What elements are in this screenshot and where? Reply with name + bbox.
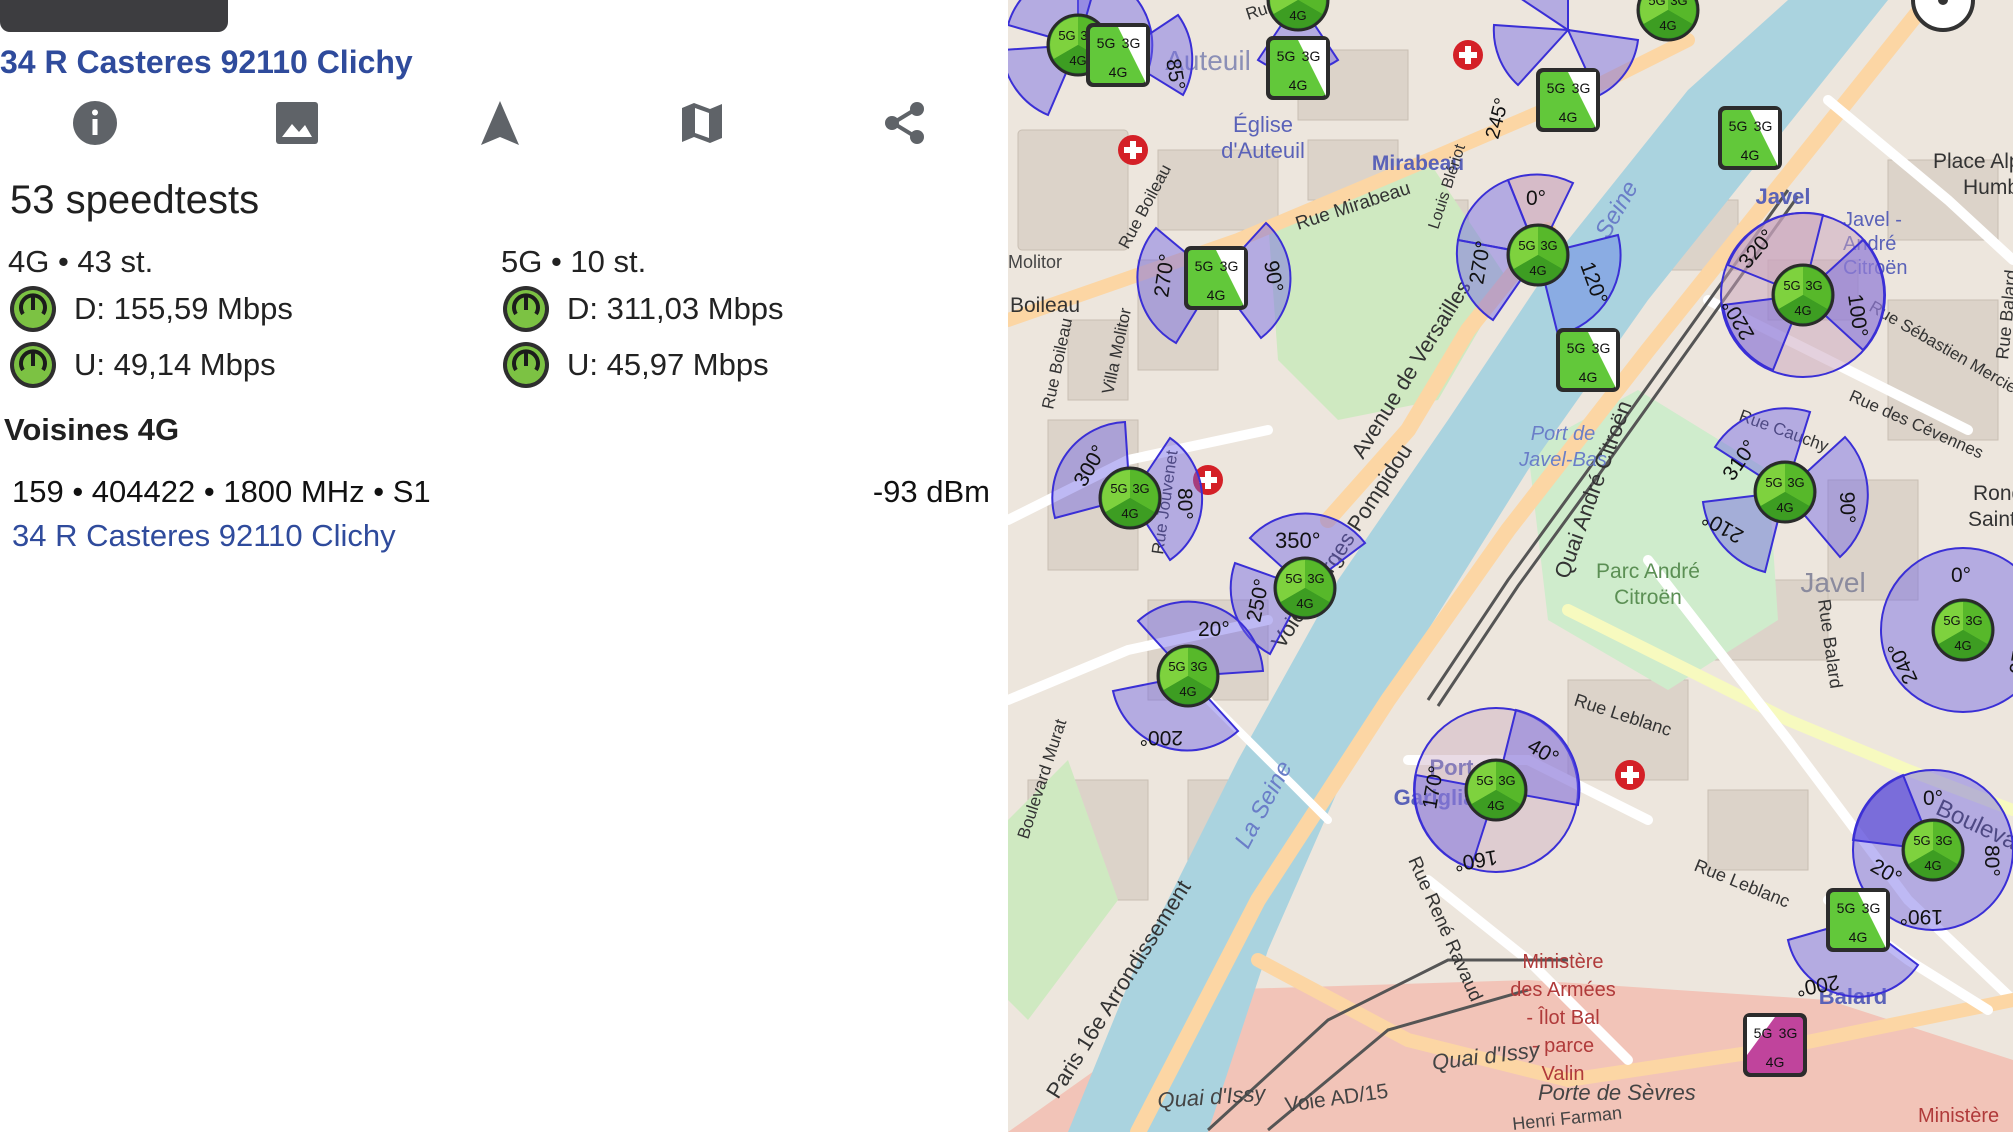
svg-text:Saint-: Saint- <box>1968 508 2013 531</box>
svg-text:Rond: Rond <box>1973 482 2013 505</box>
svg-text:Ministère: Ministère <box>1918 1105 1999 1127</box>
speedtest-count: 53 speedtests <box>10 178 260 222</box>
svg-text:Javel -: Javel - <box>1843 209 1902 231</box>
svg-text:Porte de Sèvres: Porte de Sèvres <box>1538 1080 1696 1105</box>
svg-text:Humbe: Humbe <box>1963 176 2013 199</box>
cell-tower[interactable] <box>1718 106 1782 170</box>
tech-5g-download: D: 311,03 Mbps <box>501 284 784 334</box>
speed-gauge-icon <box>503 286 549 332</box>
neighbors-section-title: Voisines 4G <box>4 412 180 447</box>
map-view[interactable]: 5G 3G 4G 5G 3G 4G 5G 3G 4G <box>1008 0 2013 1132</box>
download-speed: D: 311,03 Mbps <box>567 291 784 326</box>
cell-tower[interactable] <box>1556 328 1620 392</box>
svg-text:350°: 350° <box>1275 528 1321 553</box>
svg-text:20°: 20° <box>1198 618 1230 641</box>
svg-text:Place Alph: Place Alph <box>1933 150 2013 173</box>
svg-text:0°: 0° <box>1526 187 1546 210</box>
site-address-title: 34 R Casteres 92110 Clichy <box>0 44 413 80</box>
svg-text:Boileau: Boileau <box>1010 294 1080 317</box>
neighbor-signal-strength: -93 dBm <box>872 474 990 509</box>
detail-panel: 34 R Casteres 92110 Clichy 53 speedtests… <box>0 0 1008 1132</box>
upload-speed: U: 49,14 Mbps <box>74 347 276 382</box>
svg-text:Port de: Port de <box>1531 423 1595 445</box>
svg-text:Ministère: Ministère <box>1522 951 1603 973</box>
svg-text:80°: 80° <box>1173 488 1196 520</box>
neighbor-address-link[interactable]: 34 R Casteres 92110 Clichy <box>12 518 396 554</box>
navigate-button[interactable] <box>475 100 525 150</box>
speed-gauge-icon <box>10 286 56 332</box>
cell-tower[interactable] <box>1266 36 1330 100</box>
cell-tower[interactable] <box>1743 1013 1807 1077</box>
upload-speed: U: 45,97 Mbps <box>567 347 769 382</box>
image-icon <box>274 100 320 151</box>
svg-text:des Armées: des Armées <box>1510 979 1616 1001</box>
info-button[interactable] <box>70 100 120 150</box>
map-icon <box>679 100 725 151</box>
svg-text:Javel: Javel <box>1800 567 1865 598</box>
gallery-button[interactable] <box>272 100 322 150</box>
svg-text:200°: 200° <box>1140 726 1183 749</box>
svg-text:- parce: - parce <box>1532 1035 1594 1057</box>
share-button[interactable] <box>880 100 930 150</box>
download-speed: D: 155,59 Mbps <box>74 291 293 326</box>
tech-5g-upload: U: 45,97 Mbps <box>501 340 769 390</box>
svg-text:Citroën: Citroën <box>1614 586 1682 609</box>
info-icon <box>71 99 119 152</box>
svg-text:Molitor: Molitor <box>1008 252 1062 272</box>
svg-text:- Îlot Bal: - Îlot Bal <box>1526 1006 1599 1029</box>
tech-4g-upload: U: 49,14 Mbps <box>8 340 276 390</box>
svg-text:Parc André: Parc André <box>1596 560 1700 583</box>
map-button[interactable] <box>677 100 727 150</box>
tech-4g-header: 4G • 43 st. <box>8 244 154 279</box>
speed-gauge-icon <box>10 342 56 388</box>
cell-tower[interactable]: 85° <box>1086 13 1194 97</box>
svg-text:Église: Église <box>1233 112 1293 137</box>
svg-text:90°: 90° <box>1835 491 1859 524</box>
svg-text:80°: 80° <box>1980 845 2003 877</box>
neighbor-cell-info[interactable]: 159 • 404422 • 1800 MHz • S1 <box>12 474 431 510</box>
svg-text:Javel: Javel <box>1755 184 1810 209</box>
tech-5g-header: 5G • 10 st. <box>501 244 647 279</box>
navigation-icon <box>478 99 522 152</box>
svg-text:0°: 0° <box>1951 564 1971 587</box>
speed-gauge-icon <box>503 342 549 388</box>
svg-text:190°: 190° <box>1900 905 1943 928</box>
share-icon <box>882 100 928 151</box>
svg-text:0°: 0° <box>1923 787 1943 810</box>
tech-4g-download: D: 155,59 Mbps <box>8 284 293 334</box>
site-photo-thumbnail[interactable] <box>0 0 228 32</box>
svg-text:d'Auteuil: d'Auteuil <box>1221 138 1305 163</box>
